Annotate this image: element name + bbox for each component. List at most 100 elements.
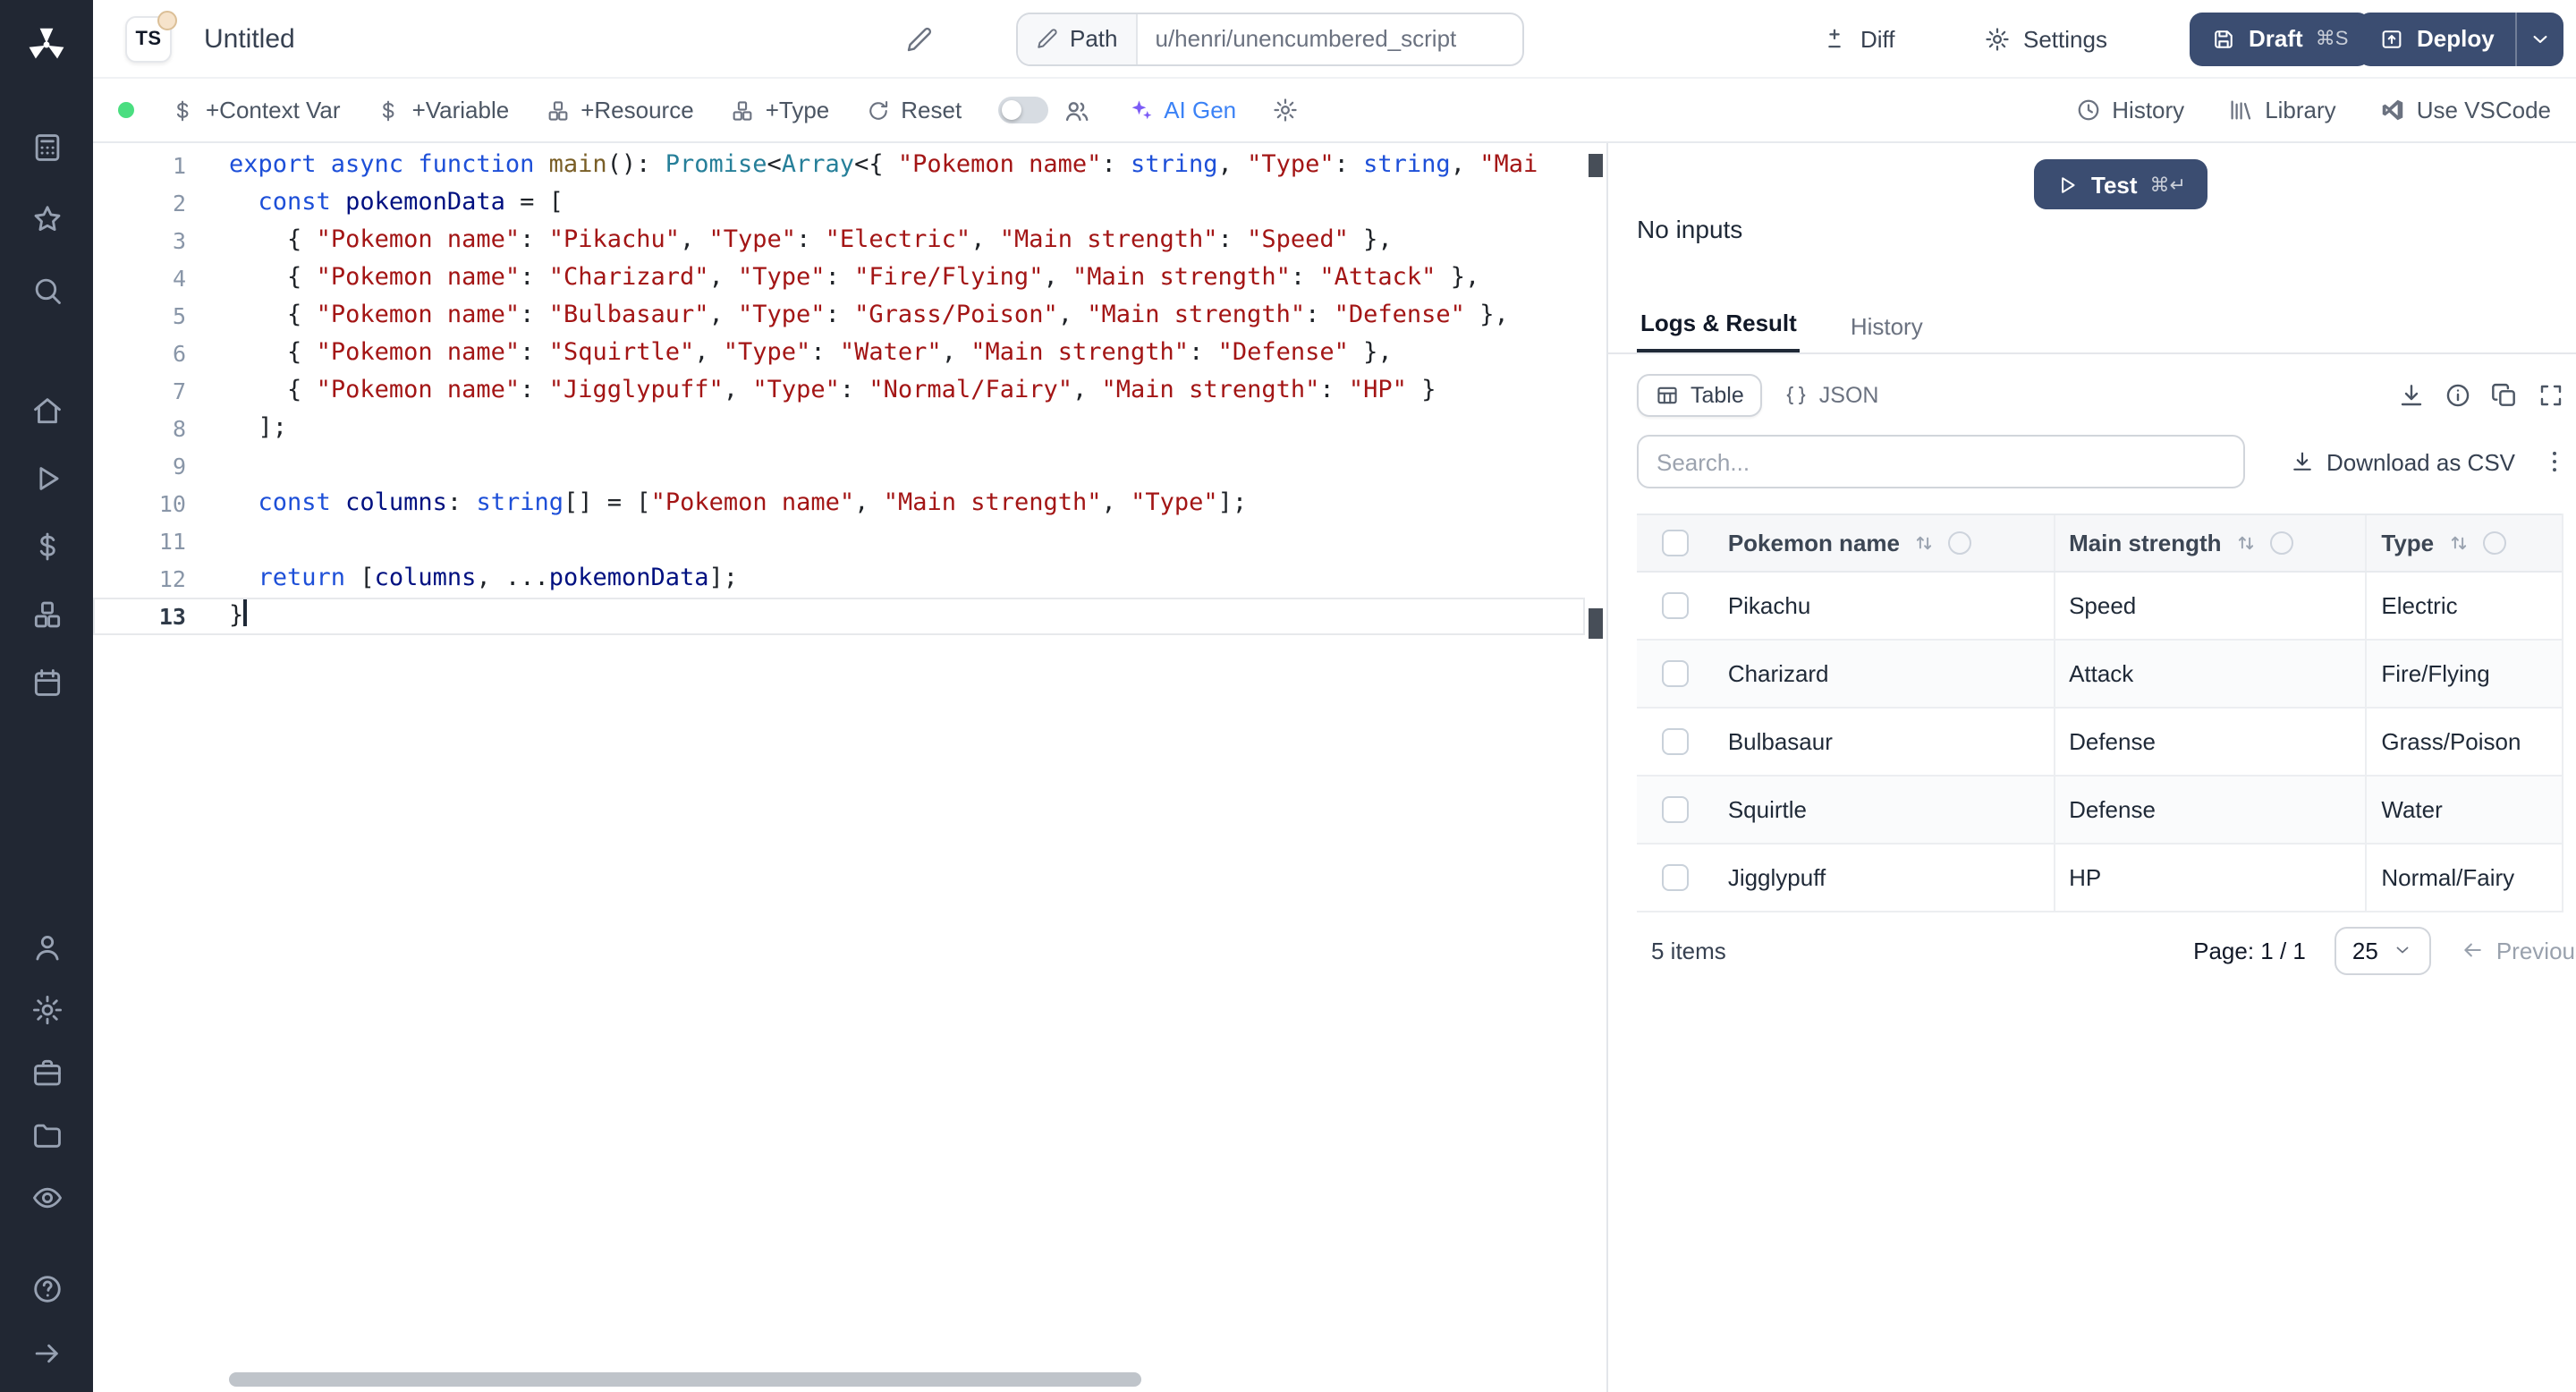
table-row[interactable]: Bulbasaur Defense Grass/Poison [1637, 709, 2562, 777]
sort-icon[interactable] [1912, 531, 1936, 555]
code-line-1[interactable]: 1 export async function main(): Promise<A… [93, 147, 1585, 184]
test-button[interactable]: Test ⌘↵ [2034, 159, 2207, 209]
table-row[interactable]: Pikachu Speed Electric [1637, 573, 2562, 641]
sidebar-item-star[interactable] [25, 197, 68, 240]
sidebar-item-calendar[interactable] [25, 660, 68, 703]
code-line-6[interactable]: 6 { "Pokemon name": "Squirtle", "Type": … [93, 335, 1585, 372]
row-checkbox[interactable] [1661, 591, 1690, 620]
sidebar-item-gear[interactable] [25, 988, 68, 1031]
sidebar-item-play[interactable] [25, 456, 68, 499]
deploy-dropdown-button[interactable] [2515, 12, 2564, 65]
code-line-10[interactable]: 10 const columns: string[] = ["Pokemon n… [93, 485, 1585, 522]
row-checkbox[interactable] [1661, 863, 1690, 892]
sidebar-item-home[interactable] [25, 388, 68, 431]
sidebar-item-eye[interactable] [25, 1176, 68, 1218]
view-toggle-table[interactable]: Table [1637, 374, 1762, 417]
column-header-pokemon-name[interactable]: Pokemon name [1714, 515, 2053, 571]
table-header: Pokemon name Main strength Type [1637, 514, 2562, 573]
code-line-8[interactable]: 8 ]; [93, 410, 1585, 447]
column-header-main-strength[interactable]: Main strength [2053, 515, 2365, 571]
add-type-button[interactable]: +Type [730, 97, 829, 123]
download-icon [2397, 381, 2426, 410]
copy-result-button[interactable] [2490, 381, 2519, 410]
code-line-7[interactable]: 7 { "Pokemon name": "Jigglypuff", "Type"… [93, 372, 1585, 410]
deploy-button[interactable]: Deploy [2358, 12, 2516, 65]
code-line-13[interactable]: 13} [93, 598, 1585, 635]
multiplayer-toggle[interactable] [997, 97, 1048, 123]
ai-settings-gear-icon[interactable] [1272, 97, 1299, 123]
reset-label: Reset [901, 97, 962, 123]
row-checkbox[interactable] [1661, 659, 1690, 688]
deploy-button-group: Deploy [2358, 12, 2564, 65]
download-result-button[interactable] [2397, 381, 2426, 410]
code-line-3[interactable]: 3 { "Pokemon name": "Pikachu", "Type": "… [93, 222, 1585, 259]
code-line-4[interactable]: 4 { "Pokemon name": "Charizard", "Type":… [93, 259, 1585, 297]
code-line-2[interactable]: 2 const pokemonData = [ [93, 184, 1585, 222]
sidebar-item-help[interactable] [25, 1267, 68, 1310]
previous-page-button[interactable]: Previous [2461, 937, 2576, 963]
search-input[interactable] [1637, 435, 2245, 488]
sidebar-item-arrow-right[interactable] [25, 1331, 68, 1374]
table-row[interactable]: Squirtle Defense Water [1637, 777, 2562, 845]
sidebar-item-folder[interactable] [25, 1113, 68, 1156]
path-button[interactable]: Path [1018, 13, 1138, 64]
code-line-12[interactable]: 12 return [columns, ...pokemonData]; [93, 560, 1585, 598]
column-header-type[interactable]: Type [2365, 515, 2562, 571]
view-toggle-json[interactable]: JSON [1784, 383, 1878, 408]
row-checkbox[interactable] [1661, 727, 1690, 756]
reset-button[interactable]: Reset [865, 97, 962, 123]
code-editor[interactable]: 1 export async function main(): Promise<A… [93, 143, 1606, 1392]
editor-horizontal-scrollbar[interactable] [229, 1372, 1141, 1387]
sidebar-item-blocks[interactable] [25, 592, 68, 635]
use-vscode-button[interactable]: Use VSCode [2379, 97, 2551, 123]
table-cell: Squirtle [1727, 796, 1807, 823]
expand-result-button[interactable] [2537, 381, 2565, 410]
library-button[interactable]: Library [2227, 97, 2336, 123]
sidebar-item-user[interactable] [25, 925, 68, 968]
tab-logs-result[interactable]: Logs & Result [1637, 297, 1801, 352]
code-line-9[interactable]: 9 [93, 447, 1585, 485]
history-button[interactable]: History [2074, 97, 2184, 123]
resource-icon [545, 98, 570, 123]
filter-circle[interactable] [2269, 531, 2293, 555]
sort-icon[interactable] [2234, 531, 2258, 555]
diff-button[interactable]: Diff [1821, 25, 1895, 52]
path-value[interactable]: u/henri/unencumbered_script [1138, 13, 1475, 64]
row-checkbox[interactable] [1661, 795, 1690, 824]
table-cell: Fire/Flying [2365, 641, 2562, 707]
pager: Page: 1 / 1 25 Previous [2193, 926, 2576, 974]
table-toggle-label: Table [1690, 383, 1744, 408]
more-options-button[interactable] [2540, 447, 2569, 476]
filter-circle[interactable] [1948, 531, 1971, 555]
page-size-select[interactable]: 25 [2334, 926, 2432, 974]
sidebar-item-briefcase[interactable] [25, 1050, 68, 1093]
sidebar-item-search[interactable] [25, 268, 68, 311]
select-all-checkbox[interactable] [1661, 529, 1690, 557]
download-csv-button[interactable]: Download as CSV [2289, 448, 2515, 475]
filter-circle[interactable] [2482, 531, 2506, 555]
result-info-button[interactable] [2444, 381, 2472, 410]
language-badge-typescript: TS [125, 10, 177, 62]
settings-button[interactable]: Settings [1984, 25, 2107, 52]
edit-summary-icon[interactable] [905, 24, 934, 53]
add-variable-button[interactable]: +Variable [377, 97, 509, 123]
overview-ruler-cursor-mark [1589, 608, 1603, 639]
sort-icon[interactable] [2446, 531, 2470, 555]
code-line-5[interactable]: 5 { "Pokemon name": "Bulbasaur", "Type":… [93, 297, 1585, 335]
deploy-label: Deploy [2417, 25, 2495, 52]
tab-history[interactable]: History [1847, 301, 1927, 352]
status-dot [118, 102, 134, 118]
add-resource-button[interactable]: +Resource [545, 97, 694, 123]
multiplayer-group [997, 96, 1090, 124]
table-row[interactable]: Charizard Attack Fire/Flying [1637, 641, 2562, 709]
sidebar-item-grid[interactable] [25, 125, 68, 168]
add-context-var-button[interactable]: +Context Var [170, 97, 341, 123]
code-line-11[interactable]: 11 [93, 522, 1585, 560]
ai-gen-button[interactable]: AI Gen [1126, 97, 1236, 123]
draft-button[interactable]: Draft ⌘S [2190, 12, 2370, 65]
sidebar-item-dollar[interactable] [25, 524, 68, 567]
info-icon [2444, 381, 2472, 410]
table-row[interactable]: Jigglypuff HP Normal/Fairy [1637, 845, 2562, 912]
history-icon [2074, 97, 2101, 123]
windmill-logo[interactable] [23, 21, 70, 68]
